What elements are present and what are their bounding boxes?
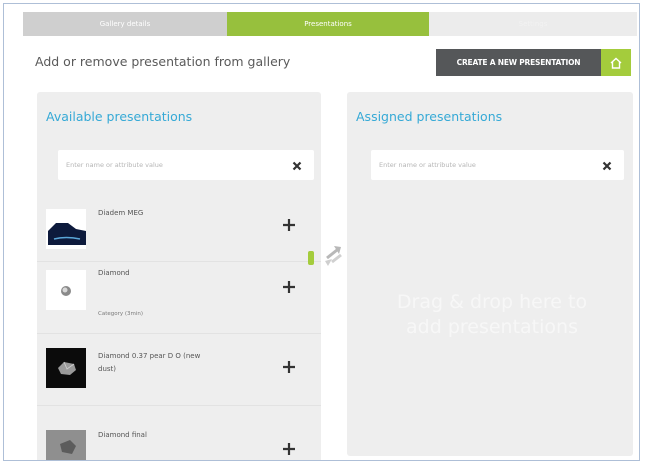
swap-arrows-icon <box>323 242 345 268</box>
list-item[interactable]: Diamond 0.37 pear D O (new dust) <box>37 334 321 406</box>
tab-settings[interactable]: Settings <box>429 12 637 36</box>
presentation-name: Diamond final <box>98 431 147 439</box>
presentation-category: Category (3min) <box>98 311 144 317</box>
list-item[interactable]: Diamond final <box>37 406 321 460</box>
available-presentations-title: Available presentations <box>46 109 193 124</box>
plus-icon[interactable] <box>281 217 297 233</box>
available-list: Diadem MEG Diamond Category (3min) Diamo… <box>37 190 321 460</box>
plus-icon[interactable] <box>281 359 297 375</box>
presentations-dialog: Gallery details Presentations Settings A… <box>3 3 640 461</box>
home-icon[interactable] <box>601 49 631 76</box>
page-description: Add or remove presentation from gallery <box>35 54 291 69</box>
list-scrollbar-handle[interactable] <box>308 251 314 265</box>
drop-zone-hint[interactable]: Drag & drop here to add presentations <box>377 290 607 340</box>
presentation-name: Diadem MEG <box>98 209 144 217</box>
presentation-thumbnail <box>46 348 86 388</box>
list-item[interactable]: Diamond Category (3min) <box>37 262 321 334</box>
close-icon[interactable] <box>600 158 614 172</box>
available-presentations-panel: Available presentations Diadem MEG <box>37 92 321 460</box>
presentation-thumbnail <box>46 430 86 460</box>
presentation-name: Diamond <box>98 269 130 277</box>
create-presentation-button[interactable]: CREATE A NEW PRESENTATION <box>436 49 631 76</box>
assigned-presentations-title: Assigned presentations <box>356 109 503 124</box>
plus-icon[interactable] <box>281 279 297 295</box>
presentation-thumbnail <box>46 270 86 310</box>
close-icon[interactable] <box>290 158 304 172</box>
assigned-presentations-panel: Assigned presentations Drag & drop here … <box>347 92 633 456</box>
tab-bar: Gallery details Presentations Settings <box>23 12 637 36</box>
plus-icon[interactable] <box>281 441 297 457</box>
list-item[interactable]: Diadem MEG <box>37 190 321 262</box>
presentation-name: Diamond 0.37 pear D O (new dust) <box>98 352 201 373</box>
create-presentation-label: CREATE A NEW PRESENTATION <box>436 49 601 76</box>
available-search-input[interactable] <box>58 150 278 180</box>
tab-gallery-details[interactable]: Gallery details <box>23 12 227 36</box>
assigned-search-input[interactable] <box>371 150 591 180</box>
tab-presentations[interactable]: Presentations <box>227 12 429 36</box>
presentation-thumbnail <box>46 209 86 249</box>
available-search <box>58 150 314 180</box>
assigned-search <box>371 150 624 180</box>
